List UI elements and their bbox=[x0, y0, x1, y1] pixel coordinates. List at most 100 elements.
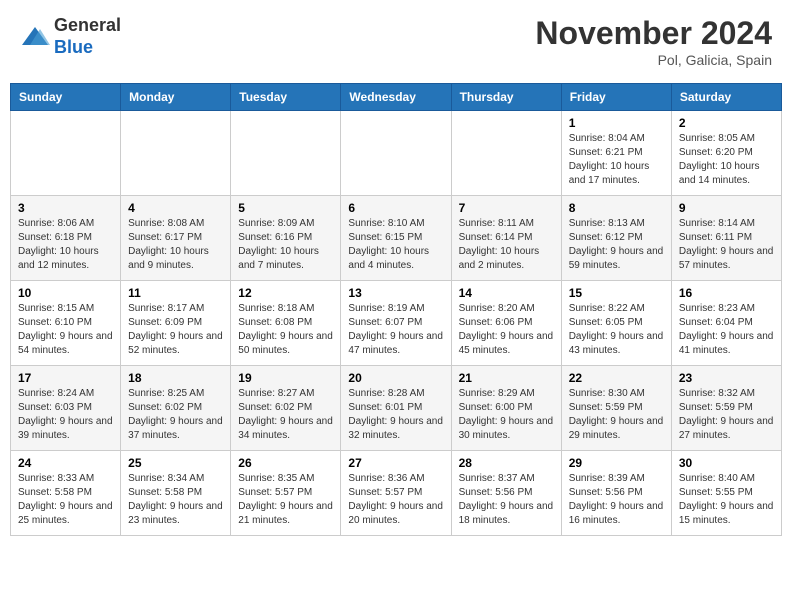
day-number: 25 bbox=[128, 456, 223, 470]
calendar-cell: 6 Sunrise: 8:10 AM Sunset: 6:15 PM Daylig… bbox=[341, 196, 451, 281]
day-info: Sunrise: 8:29 AM Sunset: 6:00 PM Dayligh… bbox=[459, 387, 554, 443]
day-number: 21 bbox=[459, 371, 554, 385]
day-info: Sunrise: 8:37 AM Sunset: 5:56 PM Dayligh… bbox=[459, 472, 554, 528]
page-header: General Blue November 2024 Pol, Galicia,… bbox=[10, 10, 782, 73]
day-number: 4 bbox=[128, 201, 223, 215]
calendar-cell: 5 Sunrise: 8:09 AM Sunset: 6:16 PM Daylig… bbox=[231, 196, 341, 281]
calendar-cell bbox=[11, 111, 121, 196]
day-info: Sunrise: 8:10 AM Sunset: 6:15 PM Dayligh… bbox=[348, 217, 443, 273]
week-row-3: 10 Sunrise: 8:15 AM Sunset: 6:10 PM Dayli… bbox=[11, 281, 782, 366]
day-info: Sunrise: 8:27 AM Sunset: 6:02 PM Dayligh… bbox=[238, 387, 333, 443]
logo-text: General Blue bbox=[54, 15, 121, 58]
calendar-cell: 29 Sunrise: 8:39 AM Sunset: 5:56 PM Dayli… bbox=[561, 451, 671, 536]
day-info: Sunrise: 8:14 AM Sunset: 6:11 PM Dayligh… bbox=[679, 217, 774, 273]
calendar-cell: 14 Sunrise: 8:20 AM Sunset: 6:06 PM Dayli… bbox=[451, 281, 561, 366]
calendar-cell: 27 Sunrise: 8:36 AM Sunset: 5:57 PM Dayli… bbox=[341, 451, 451, 536]
day-info: Sunrise: 8:22 AM Sunset: 6:05 PM Dayligh… bbox=[569, 302, 664, 358]
logo: General Blue bbox=[20, 15, 121, 58]
weekday-header-saturday: Saturday bbox=[671, 84, 781, 111]
day-number: 6 bbox=[348, 201, 443, 215]
calendar-cell: 12Sunrise: 8:18 AM Sunset: 6:08 PM Dayli… bbox=[231, 281, 341, 366]
day-info: Sunrise: 8:15 AM Sunset: 6:10 PM Dayligh… bbox=[18, 302, 113, 358]
calendar-cell: 22 Sunrise: 8:30 AM Sunset: 5:59 PM Dayli… bbox=[561, 366, 671, 451]
calendar-cell bbox=[231, 111, 341, 196]
day-number: 9 bbox=[679, 201, 774, 215]
day-info: Sunrise: 8:30 AM Sunset: 5:59 PM Dayligh… bbox=[569, 387, 664, 443]
day-number: 27 bbox=[348, 456, 443, 470]
day-number: 2 bbox=[679, 116, 774, 130]
calendar-cell: 4 Sunrise: 8:08 AM Sunset: 6:17 PM Daylig… bbox=[121, 196, 231, 281]
day-info: Sunrise: 8:35 AM Sunset: 5:57 PM Dayligh… bbox=[238, 472, 333, 528]
calendar-cell bbox=[121, 111, 231, 196]
day-info: Sunrise: 8:13 AM Sunset: 6:12 PM Dayligh… bbox=[569, 217, 664, 273]
day-number: 28 bbox=[459, 456, 554, 470]
week-row-4: 17 Sunrise: 8:24 AM Sunset: 6:03 PM Dayli… bbox=[11, 366, 782, 451]
day-info: Sunrise: 8:28 AM Sunset: 6:01 PM Dayligh… bbox=[348, 387, 443, 443]
day-number: 18 bbox=[128, 371, 223, 385]
day-info: Sunrise: 8:17 AM Sunset: 6:09 PM Dayligh… bbox=[128, 302, 223, 358]
day-number: 14 bbox=[459, 286, 554, 300]
day-number: 29 bbox=[569, 456, 664, 470]
day-number: 11 bbox=[128, 286, 223, 300]
calendar-cell: 15 Sunrise: 8:22 AM Sunset: 6:05 PM Dayli… bbox=[561, 281, 671, 366]
day-number: 5 bbox=[238, 201, 333, 215]
day-info: Sunrise: 8:39 AM Sunset: 5:56 PM Dayligh… bbox=[569, 472, 664, 528]
calendar-cell: 26 Sunrise: 8:35 AM Sunset: 5:57 PM Dayli… bbox=[231, 451, 341, 536]
day-number: 17 bbox=[18, 371, 113, 385]
day-number: 15 bbox=[569, 286, 664, 300]
calendar-table: SundayMondayTuesdayWednesdayThursdayFrid… bbox=[10, 83, 782, 536]
day-number: 24 bbox=[18, 456, 113, 470]
calendar-cell: 30 Sunrise: 8:40 AM Sunset: 5:55 PM Dayli… bbox=[671, 451, 781, 536]
day-info: Sunrise: 8:08 AM Sunset: 6:17 PM Dayligh… bbox=[128, 217, 223, 273]
weekday-header-sunday: Sunday bbox=[11, 84, 121, 111]
day-info: Sunrise: 8:09 AM Sunset: 6:16 PM Dayligh… bbox=[238, 217, 333, 273]
title-section: November 2024 Pol, Galicia, Spain bbox=[535, 15, 772, 68]
calendar-cell: 18 Sunrise: 8:25 AM Sunset: 6:02 PM Dayli… bbox=[121, 366, 231, 451]
calendar-cell: 1 Sunrise: 8:04 AM Sunset: 6:21 PM Daylig… bbox=[561, 111, 671, 196]
day-info: Sunrise: 8:20 AM Sunset: 6:06 PM Dayligh… bbox=[459, 302, 554, 358]
day-number: 8 bbox=[569, 201, 664, 215]
calendar-cell: 7Sunrise: 8:11 AM Sunset: 6:14 PM Daylig… bbox=[451, 196, 561, 281]
day-info: Sunrise: 8:04 AM Sunset: 6:21 PM Dayligh… bbox=[569, 132, 664, 188]
calendar-cell: 25Sunrise: 8:34 AM Sunset: 5:58 PM Dayli… bbox=[121, 451, 231, 536]
day-info: Sunrise: 8:32 AM Sunset: 5:59 PM Dayligh… bbox=[679, 387, 774, 443]
calendar-cell: 21 Sunrise: 8:29 AM Sunset: 6:00 PM Dayli… bbox=[451, 366, 561, 451]
calendar-cell: 19Sunrise: 8:27 AM Sunset: 6:02 PM Dayli… bbox=[231, 366, 341, 451]
weekday-header-row: SundayMondayTuesdayWednesdayThursdayFrid… bbox=[11, 84, 782, 111]
day-number: 23 bbox=[679, 371, 774, 385]
day-number: 30 bbox=[679, 456, 774, 470]
calendar-cell: 13 Sunrise: 8:19 AM Sunset: 6:07 PM Dayli… bbox=[341, 281, 451, 366]
day-info: Sunrise: 8:05 AM Sunset: 6:20 PM Dayligh… bbox=[679, 132, 774, 188]
calendar-cell: 8 Sunrise: 8:13 AM Sunset: 6:12 PM Daylig… bbox=[561, 196, 671, 281]
day-number: 16 bbox=[679, 286, 774, 300]
location: Pol, Galicia, Spain bbox=[535, 52, 772, 68]
day-number: 22 bbox=[569, 371, 664, 385]
calendar-cell: 17 Sunrise: 8:24 AM Sunset: 6:03 PM Dayli… bbox=[11, 366, 121, 451]
calendar-cell: 28 Sunrise: 8:37 AM Sunset: 5:56 PM Dayli… bbox=[451, 451, 561, 536]
day-info: Sunrise: 8:40 AM Sunset: 5:55 PM Dayligh… bbox=[679, 472, 774, 528]
calendar-cell: 20Sunrise: 8:28 AM Sunset: 6:01 PM Dayli… bbox=[341, 366, 451, 451]
day-number: 7 bbox=[459, 201, 554, 215]
day-info: Sunrise: 8:36 AM Sunset: 5:57 PM Dayligh… bbox=[348, 472, 443, 528]
logo-icon bbox=[20, 25, 50, 49]
day-number: 3 bbox=[18, 201, 113, 215]
day-number: 10 bbox=[18, 286, 113, 300]
day-info: Sunrise: 8:24 AM Sunset: 6:03 PM Dayligh… bbox=[18, 387, 113, 443]
calendar-cell bbox=[451, 111, 561, 196]
day-info: Sunrise: 8:25 AM Sunset: 6:02 PM Dayligh… bbox=[128, 387, 223, 443]
weekday-header-monday: Monday bbox=[121, 84, 231, 111]
weekday-header-tuesday: Tuesday bbox=[231, 84, 341, 111]
day-number: 26 bbox=[238, 456, 333, 470]
day-number: 13 bbox=[348, 286, 443, 300]
day-info: Sunrise: 8:19 AM Sunset: 6:07 PM Dayligh… bbox=[348, 302, 443, 358]
calendar-cell bbox=[341, 111, 451, 196]
calendar-cell: 10 Sunrise: 8:15 AM Sunset: 6:10 PM Dayli… bbox=[11, 281, 121, 366]
weekday-header-friday: Friday bbox=[561, 84, 671, 111]
calendar-cell: 16 Sunrise: 8:23 AM Sunset: 6:04 PM Dayli… bbox=[671, 281, 781, 366]
calendar-cell: 2 Sunrise: 8:05 AM Sunset: 6:20 PM Daylig… bbox=[671, 111, 781, 196]
day-number: 1 bbox=[569, 116, 664, 130]
day-info: Sunrise: 8:23 AM Sunset: 6:04 PM Dayligh… bbox=[679, 302, 774, 358]
calendar-cell: 23 Sunrise: 8:32 AM Sunset: 5:59 PM Dayli… bbox=[671, 366, 781, 451]
calendar-cell: 24Sunrise: 8:33 AM Sunset: 5:58 PM Dayli… bbox=[11, 451, 121, 536]
weekday-header-wednesday: Wednesday bbox=[341, 84, 451, 111]
